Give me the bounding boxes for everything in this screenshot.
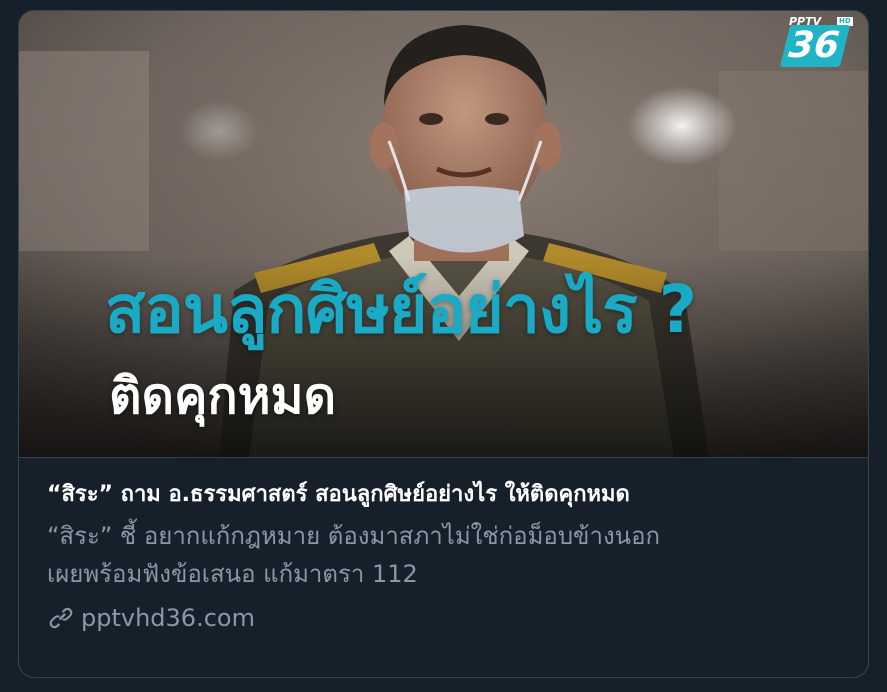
- news-image[interactable]: สอนลูกศิษย์อย่างไร ? ติดคุกหมด PPTV HD 3…: [19, 11, 868, 457]
- pptv-logo: PPTV HD 36: [771, 13, 855, 69]
- card-domain[interactable]: pptvhd36.com: [47, 603, 847, 633]
- card-divider: [19, 457, 868, 458]
- link-icon: [49, 607, 73, 629]
- domain-text: pptvhd36.com: [81, 604, 255, 632]
- logo-channel-number: 36: [786, 25, 842, 66]
- description-line: “สิระ” ชี้ อยากแก้กฎหมาย ต้องมาสภาไม่ใช่…: [47, 522, 661, 550]
- card-description: “สิระ” ชี้ อยากแก้กฎหมาย ต้องมาสภาไม่ใช่…: [47, 517, 847, 593]
- description-line: เผยพร้อมฟังข้อเสนอ แก้มาตรา 112: [47, 560, 418, 588]
- image-subheadline: ติดคุกหมด: [109, 367, 337, 425]
- link-preview-card[interactable]: สอนลูกศิษย์อย่างไร ? ติดคุกหมด PPTV HD 3…: [18, 10, 869, 678]
- card-title[interactable]: “สิระ” ถาม อ.ธรรมศาสตร์ สอนลูกศิษย์อย่าง…: [47, 477, 847, 513]
- logo-channel-number-badge: 36: [779, 25, 851, 67]
- image-headline: สอนลูกศิษย์อย่างไร ?: [105, 271, 697, 348]
- card-text[interactable]: “สิระ” ถาม อ.ธรรมศาสตร์ สอนลูกศิษย์อย่าง…: [47, 477, 847, 633]
